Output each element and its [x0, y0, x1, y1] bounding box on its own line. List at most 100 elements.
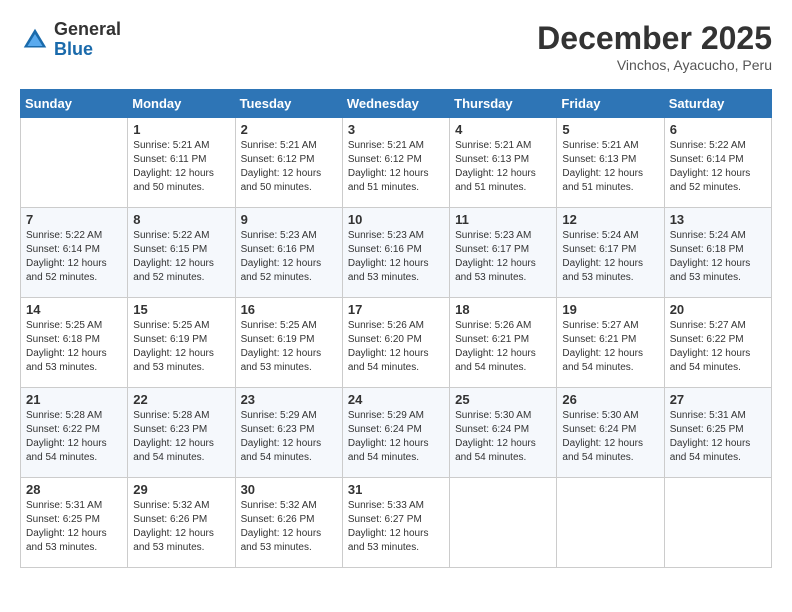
calendar-cell: 6 Sunrise: 5:22 AMSunset: 6:14 PMDaylight… — [664, 118, 771, 208]
day-number: 12 — [562, 212, 658, 227]
week-row-4: 28 Sunrise: 5:31 AMSunset: 6:25 PMDayligh… — [21, 478, 772, 568]
day-info: Sunrise: 5:33 AMSunset: 6:27 PMDaylight:… — [348, 499, 444, 555]
calendar-cell: 30Sunrise: 5:32 AMSunset: 6:26 PMDayligh… — [235, 478, 342, 568]
day-number: 25 — [455, 392, 551, 407]
day-info: Sunrise: 5:22 AMSunset: 6:14 PMDaylight:… — [26, 229, 122, 285]
col-header-tuesday: Tuesday — [235, 90, 342, 118]
day-number: 4 — [455, 122, 551, 137]
day-info: Sunrise: 5:21 AMSunset: 6:11 PMDaylight:… — [133, 139, 229, 195]
day-number: 21 — [26, 392, 122, 407]
col-header-friday: Friday — [557, 90, 664, 118]
logo-blue-text: Blue — [54, 40, 121, 60]
day-info: Sunrise: 5:21 AMSunset: 6:13 PMDaylight:… — [562, 139, 658, 195]
day-number: 9 — [241, 212, 337, 227]
day-info: Sunrise: 5:21 AMSunset: 6:13 PMDaylight:… — [455, 139, 551, 195]
day-number: 31 — [348, 482, 444, 497]
day-number: 1 — [133, 122, 229, 137]
calendar-cell — [450, 478, 557, 568]
calendar-cell: 28 Sunrise: 5:31 AMSunset: 6:25 PMDayligh… — [21, 478, 128, 568]
header-row: SundayMondayTuesdayWednesdayThursdayFrid… — [21, 90, 772, 118]
day-number: 18 — [455, 302, 551, 317]
calendar-cell: 18 Sunrise: 5:26 AMSunset: 6:21 PMDayligh… — [450, 298, 557, 388]
day-number: 19 — [562, 302, 658, 317]
day-number: 27 — [670, 392, 766, 407]
col-header-monday: Monday — [128, 90, 235, 118]
day-number: 3 — [348, 122, 444, 137]
calendar-cell — [21, 118, 128, 208]
calendar-cell: 16Sunrise: 5:25 AMSunset: 6:19 PMDayligh… — [235, 298, 342, 388]
day-number: 30 — [241, 482, 337, 497]
calendar-cell: 25 Sunrise: 5:30 AMSunset: 6:24 PMDayligh… — [450, 388, 557, 478]
day-number: 2 — [241, 122, 337, 137]
day-info: Sunrise: 5:26 AMSunset: 6:21 PMDaylight:… — [455, 319, 551, 375]
day-info: Sunrise: 5:29 AMSunset: 6:23 PMDaylight:… — [241, 409, 337, 465]
col-header-sunday: Sunday — [21, 90, 128, 118]
day-info: Sunrise: 5:32 AMSunset: 6:26 PMDaylight:… — [133, 499, 229, 555]
calendar-cell: 19Sunrise: 5:27 AMSunset: 6:21 PMDayligh… — [557, 298, 664, 388]
week-row-2: 14 Sunrise: 5:25 AMSunset: 6:18 PMDayligh… — [21, 298, 772, 388]
month-title: December 2025 — [537, 20, 772, 57]
week-row-1: 7 Sunrise: 5:22 AMSunset: 6:14 PMDaylight… — [21, 208, 772, 298]
day-info: Sunrise: 5:21 AMSunset: 6:12 PMDaylight:… — [241, 139, 337, 195]
day-number: 22 — [133, 392, 229, 407]
day-info: Sunrise: 5:22 AMSunset: 6:14 PMDaylight:… — [670, 139, 766, 195]
calendar-cell: 27 Sunrise: 5:31 AMSunset: 6:25 PMDayligh… — [664, 388, 771, 478]
calendar-cell: 5 Sunrise: 5:21 AMSunset: 6:13 PMDaylight… — [557, 118, 664, 208]
calendar-cell: 4 Sunrise: 5:21 AMSunset: 6:13 PMDaylight… — [450, 118, 557, 208]
calendar-cell: 11Sunrise: 5:23 AMSunset: 6:17 PMDayligh… — [450, 208, 557, 298]
logo: General Blue — [20, 20, 121, 60]
day-info: Sunrise: 5:31 AMSunset: 6:25 PMDaylight:… — [26, 499, 122, 555]
day-info: Sunrise: 5:25 AMSunset: 6:19 PMDaylight:… — [133, 319, 229, 375]
day-number: 13 — [670, 212, 766, 227]
calendar-cell: 2 Sunrise: 5:21 AMSunset: 6:12 PMDaylight… — [235, 118, 342, 208]
day-info: Sunrise: 5:28 AMSunset: 6:22 PMDaylight:… — [26, 409, 122, 465]
day-info: Sunrise: 5:24 AMSunset: 6:18 PMDaylight:… — [670, 229, 766, 285]
day-number: 26 — [562, 392, 658, 407]
day-info: Sunrise: 5:25 AMSunset: 6:18 PMDaylight:… — [26, 319, 122, 375]
col-header-thursday: Thursday — [450, 90, 557, 118]
calendar-cell: 20Sunrise: 5:27 AMSunset: 6:22 PMDayligh… — [664, 298, 771, 388]
day-number: 7 — [26, 212, 122, 227]
day-number: 10 — [348, 212, 444, 227]
calendar-cell — [664, 478, 771, 568]
calendar-cell: 22Sunrise: 5:28 AMSunset: 6:23 PMDayligh… — [128, 388, 235, 478]
day-number: 16 — [241, 302, 337, 317]
week-row-0: 1 Sunrise: 5:21 AMSunset: 6:11 PMDaylight… — [21, 118, 772, 208]
calendar-cell: 8 Sunrise: 5:22 AMSunset: 6:15 PMDaylight… — [128, 208, 235, 298]
calendar-cell — [557, 478, 664, 568]
calendar-cell: 21 Sunrise: 5:28 AMSunset: 6:22 PMDayligh… — [21, 388, 128, 478]
calendar-table: SundayMondayTuesdayWednesdayThursdayFrid… — [20, 89, 772, 568]
day-number: 6 — [670, 122, 766, 137]
location-subtitle: Vinchos, Ayacucho, Peru — [537, 57, 772, 73]
day-info: Sunrise: 5:31 AMSunset: 6:25 PMDaylight:… — [670, 409, 766, 465]
calendar-cell: 10 Sunrise: 5:23 AMSunset: 6:16 PMDayligh… — [342, 208, 449, 298]
calendar-cell: 3Sunrise: 5:21 AMSunset: 6:12 PMDaylight… — [342, 118, 449, 208]
calendar-cell: 13 Sunrise: 5:24 AMSunset: 6:18 PMDayligh… — [664, 208, 771, 298]
page-header: General Blue December 2025 Vinchos, Ayac… — [20, 20, 772, 73]
day-info: Sunrise: 5:30 AMSunset: 6:24 PMDaylight:… — [455, 409, 551, 465]
week-row-3: 21 Sunrise: 5:28 AMSunset: 6:22 PMDayligh… — [21, 388, 772, 478]
calendar-cell: 1 Sunrise: 5:21 AMSunset: 6:11 PMDaylight… — [128, 118, 235, 208]
logo-text: General Blue — [54, 20, 121, 60]
day-number: 28 — [26, 482, 122, 497]
day-number: 14 — [26, 302, 122, 317]
calendar-cell: 15 Sunrise: 5:25 AMSunset: 6:19 PMDayligh… — [128, 298, 235, 388]
day-number: 8 — [133, 212, 229, 227]
day-info: Sunrise: 5:23 AMSunset: 6:16 PMDaylight:… — [241, 229, 337, 285]
day-info: Sunrise: 5:23 AMSunset: 6:16 PMDaylight:… — [348, 229, 444, 285]
col-header-saturday: Saturday — [664, 90, 771, 118]
day-number: 5 — [562, 122, 658, 137]
calendar-cell: 17Sunrise: 5:26 AMSunset: 6:20 PMDayligh… — [342, 298, 449, 388]
col-header-wednesday: Wednesday — [342, 90, 449, 118]
calendar-cell: 12 Sunrise: 5:24 AMSunset: 6:17 PMDayligh… — [557, 208, 664, 298]
day-info: Sunrise: 5:24 AMSunset: 6:17 PMDaylight:… — [562, 229, 658, 285]
day-info: Sunrise: 5:29 AMSunset: 6:24 PMDaylight:… — [348, 409, 444, 465]
day-number: 15 — [133, 302, 229, 317]
logo-general-text: General — [54, 20, 121, 40]
logo-icon — [20, 25, 50, 55]
day-number: 17 — [348, 302, 444, 317]
day-number: 20 — [670, 302, 766, 317]
day-number: 23 — [241, 392, 337, 407]
day-number: 24 — [348, 392, 444, 407]
day-info: Sunrise: 5:22 AMSunset: 6:15 PMDaylight:… — [133, 229, 229, 285]
